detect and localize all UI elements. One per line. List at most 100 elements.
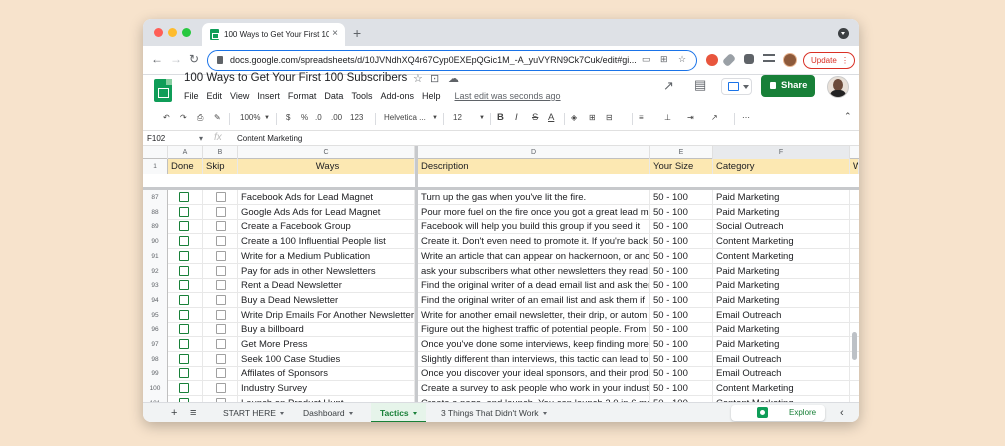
ways-cell[interactable]: Affilates of Sponsors [238, 366, 415, 382]
skip-checkbox[interactable] [216, 280, 226, 291]
ways-cell[interactable]: Industry Survey [238, 381, 415, 397]
fill-color-icon[interactable]: ◈ [571, 113, 577, 122]
close-tab-icon[interactable]: × [332, 28, 338, 39]
done-checkbox[interactable] [179, 368, 189, 379]
font-size-select[interactable]: 12 [453, 113, 462, 122]
cloud-status-icon[interactable]: ☁ [448, 72, 459, 85]
description-cell[interactable]: Create a survey to ask people who work i… [418, 381, 650, 397]
category-cell[interactable]: Paid Marketing [713, 337, 850, 352]
done-cell[interactable] [168, 381, 203, 397]
cast-icon[interactable]: ▭ [642, 54, 651, 65]
skip-checkbox[interactable] [216, 309, 226, 320]
explore-button[interactable]: Explore [731, 405, 825, 421]
url-text[interactable]: docs.google.com/spreadsheets/d/10JVNdhXQ… [230, 55, 638, 65]
row-number[interactable]: 87 [143, 190, 168, 205]
done-cell[interactable] [168, 322, 203, 338]
description-cell[interactable]: Slightly different than interviews, this… [418, 351, 650, 367]
skip-cell[interactable] [203, 351, 238, 367]
minimize-window-button[interactable] [168, 28, 177, 37]
menu-file[interactable]: File [184, 91, 199, 101]
category-cell[interactable]: Content Marketing [713, 381, 850, 397]
skip-cell[interactable] [203, 278, 238, 294]
ways-cell[interactable]: Seek 100 Case Studies [238, 351, 415, 367]
description-cell[interactable]: Facebook will help you build this group … [418, 219, 650, 235]
format-currency-button[interactable]: $ [286, 113, 290, 122]
your-size-cell[interactable]: 50 - 100 [650, 248, 713, 264]
paint-format-icon[interactable]: ✎ [214, 113, 221, 122]
decrease-decimal-button[interactable]: .0 [315, 113, 322, 122]
row-number[interactable]: 98 [143, 351, 168, 367]
done-cell[interactable] [168, 248, 203, 264]
skip-checkbox[interactable] [216, 265, 226, 276]
ways-cell[interactable]: Write Drip Emails For Another Newsletter [238, 307, 415, 323]
your-size-cell[interactable]: 50 - 100 [650, 278, 713, 294]
column-header-d[interactable]: D [418, 146, 650, 159]
screenshot-icon[interactable]: ⊞ [660, 54, 668, 65]
description-cell[interactable]: Figure out the highest traffic of potent… [418, 322, 650, 338]
bookmark-star-icon[interactable]: ☆ [678, 54, 686, 65]
share-button[interactable]: Share [761, 75, 815, 97]
sheet-tab-start-here[interactable]: START HERE [215, 403, 292, 422]
description-cell[interactable]: Find the original writer of an email lis… [418, 292, 650, 308]
frozen-row-divider[interactable] [143, 187, 859, 190]
collapse-side-panel-icon[interactable]: ‹ [840, 403, 844, 422]
header-skip[interactable]: Skip [203, 159, 238, 174]
format-percent-button[interactable]: % [301, 113, 308, 122]
skip-cell[interactable] [203, 381, 238, 397]
your-size-cell[interactable]: 50 - 100 [650, 366, 713, 382]
ways-cell[interactable]: Get More Press [238, 337, 415, 352]
row-number[interactable]: 95 [143, 307, 168, 323]
done-checkbox[interactable] [179, 294, 189, 305]
ways-cell[interactable]: Buy a billboard [238, 322, 415, 338]
menu-insert[interactable]: Insert [257, 91, 280, 101]
vertical-scrollbar[interactable] [852, 332, 857, 360]
done-checkbox[interactable] [179, 265, 189, 276]
skip-cell[interactable] [203, 322, 238, 338]
skip-cell[interactable] [203, 292, 238, 308]
menu-edit[interactable]: Edit [207, 91, 223, 101]
column-header-b[interactable]: B [203, 146, 238, 159]
menu-tools[interactable]: Tools [351, 91, 372, 101]
category-cell[interactable]: Paid Marketing [713, 322, 850, 338]
skip-checkbox[interactable] [216, 368, 226, 379]
header-category[interactable]: Category [713, 159, 850, 174]
description-cell[interactable]: Turn up the gas when you've lit the fire… [418, 190, 650, 205]
done-cell[interactable] [168, 337, 203, 352]
bold-button[interactable]: B [497, 112, 504, 123]
zoom-select[interactable]: 100% [240, 113, 260, 122]
done-checkbox[interactable] [179, 236, 189, 247]
move-folder-icon[interactable]: ⊡ [430, 72, 439, 85]
row-number[interactable]: 1 [143, 159, 168, 174]
column-header-e[interactable]: E [650, 146, 713, 159]
skip-checkbox[interactable] [216, 294, 226, 305]
skip-cell[interactable] [203, 366, 238, 382]
row-number[interactable]: 96 [143, 322, 168, 338]
done-checkbox[interactable] [179, 353, 189, 364]
present-button[interactable] [721, 78, 752, 95]
ways-cell[interactable]: Buy a Dead Newsletter [238, 292, 415, 308]
print-icon[interactable]: ⎙ [197, 113, 203, 123]
skip-checkbox[interactable] [216, 353, 226, 364]
done-checkbox[interactable] [179, 206, 189, 217]
category-cell[interactable]: Paid Marketing [713, 292, 850, 308]
text-color-button[interactable]: A [548, 112, 554, 123]
done-cell[interactable] [168, 307, 203, 323]
your-size-cell[interactable]: 50 - 100 [650, 219, 713, 235]
done-cell[interactable] [168, 234, 203, 250]
column-header-a[interactable]: A [168, 146, 203, 159]
done-checkbox[interactable] [179, 221, 189, 232]
your-size-cell[interactable]: 50 - 100 [650, 234, 713, 250]
description-cell[interactable]: Write for another email newsletter, thei… [418, 307, 650, 323]
maximize-window-button[interactable] [182, 28, 191, 37]
name-box[interactable]: F102 [147, 134, 165, 143]
category-cell[interactable]: Paid Marketing [713, 263, 850, 279]
sheet-tab-dashboard[interactable]: Dashboard [295, 403, 361, 422]
done-checkbox[interactable] [179, 280, 189, 291]
ways-cell[interactable]: Pay for ads in other Newsletters [238, 263, 415, 279]
undo-icon[interactable]: ↶ [163, 113, 170, 122]
tab-search-icon[interactable] [838, 28, 849, 39]
header-your-size[interactable]: Your Size [650, 159, 713, 174]
formula-input[interactable]: Content Marketing [237, 134, 302, 143]
done-checkbox[interactable] [179, 309, 189, 320]
done-cell[interactable] [168, 190, 203, 205]
